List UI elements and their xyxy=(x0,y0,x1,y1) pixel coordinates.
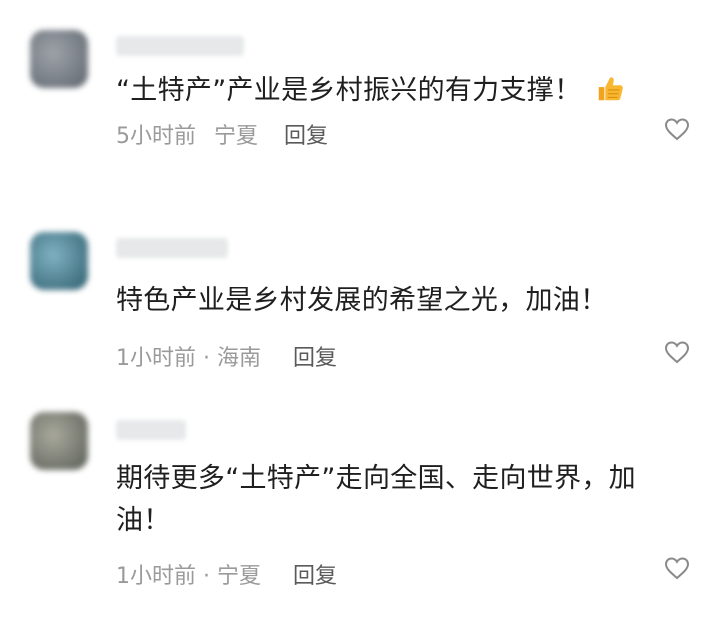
comment-item-1: “土特产”产业是乡村振兴的有力支撑！ 5小时前 宁夏 回复 xyxy=(0,0,720,180)
timestamp-location: 1小时前 · 海南 xyxy=(116,346,261,371)
avatar[interactable] xyxy=(30,412,88,470)
reply-button[interactable]: 回复 xyxy=(293,558,337,590)
comment-meta: 5小时前 宁夏 回复 xyxy=(116,118,328,150)
comment-meta: 1小时前 · 宁夏 回复 xyxy=(116,558,337,590)
location: 宁夏 xyxy=(214,124,259,149)
heart-outline-icon[interactable] xyxy=(664,117,690,141)
reply-button[interactable]: 回复 xyxy=(284,118,328,150)
username-blurred[interactable] xyxy=(116,36,244,56)
comment-text: “土特产”产业是乡村振兴的有力支撑！ xyxy=(116,70,676,112)
avatar[interactable] xyxy=(30,232,88,290)
comment-text: 期待更多“土特产”走向全国、走向世界，加油！ xyxy=(116,463,636,536)
comment-item-3: 期待更多“土特产”走向全国、走向世界，加油！ 1小时前 · 宁夏 回复 xyxy=(0,380,720,638)
thumbs-up-icon xyxy=(595,74,625,104)
comment-item-2: 特色产业是乡村发展的希望之光，加油！ 1小时前 · 海南 回复 xyxy=(0,180,720,380)
timestamp: 5小时前 xyxy=(116,124,196,149)
username-blurred[interactable] xyxy=(116,238,228,258)
username-blurred[interactable] xyxy=(116,420,186,440)
timestamp-location: 1小时前 · 宁夏 xyxy=(116,564,261,589)
comment-meta: 1小时前 · 海南 回复 xyxy=(116,340,337,372)
heart-outline-icon[interactable] xyxy=(664,556,690,580)
avatar[interactable] xyxy=(30,30,88,88)
heart-outline-icon[interactable] xyxy=(664,340,690,364)
reply-button[interactable]: 回复 xyxy=(293,340,337,372)
comment-text: 特色产业是乡村发展的希望之光，加油！ xyxy=(116,285,608,316)
